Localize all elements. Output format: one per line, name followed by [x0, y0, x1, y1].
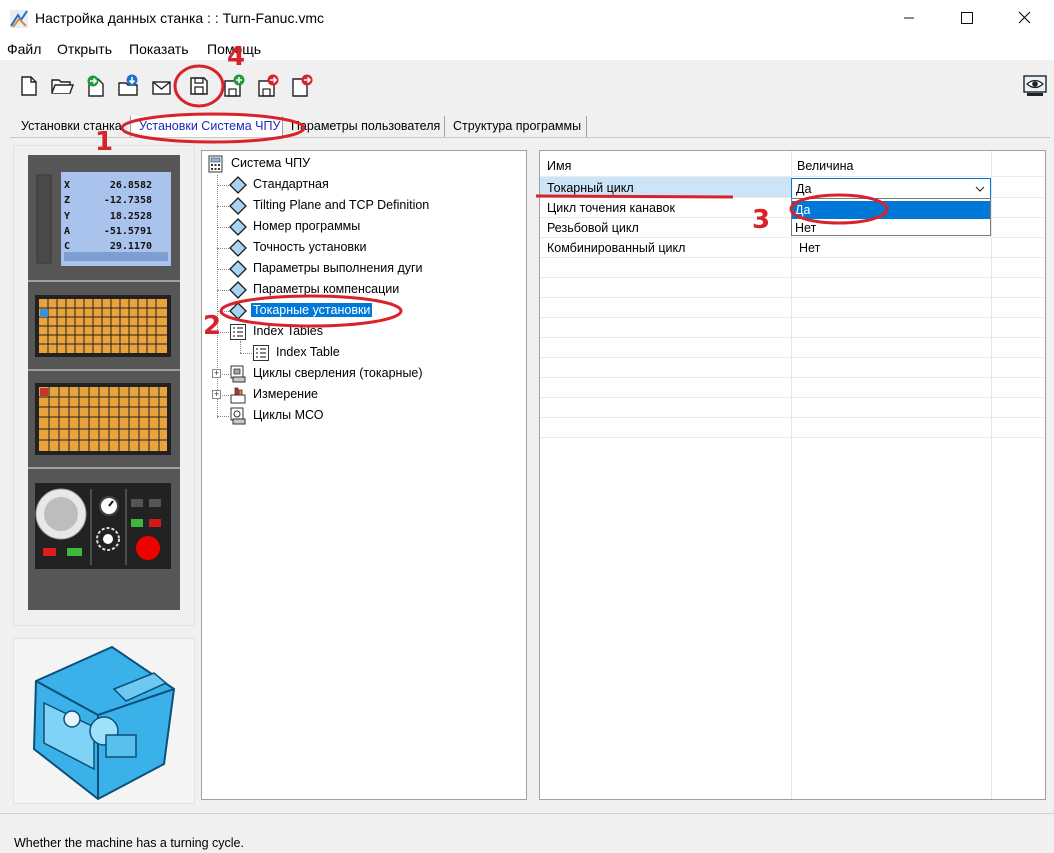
- export-icon[interactable]: [290, 74, 314, 98]
- maximize-icon: [961, 12, 973, 24]
- tree-item-label: Номер программы: [253, 219, 361, 233]
- tree-item-tilting-plane[interactable]: Tilting Plane and TCP Definition: [229, 196, 509, 215]
- tree-item-standard[interactable]: Стандартная: [229, 175, 509, 194]
- row-name-combined-cycle[interactable]: Комбинированный цикл: [547, 241, 685, 255]
- row-name-groove-cycle[interactable]: Цикл точения канавок: [547, 201, 675, 215]
- annotation-number-4: 4: [227, 42, 246, 72]
- annotation-number-3: 3: [752, 205, 771, 235]
- lathe-machine-image: [13, 638, 195, 804]
- chevron-down-icon: [975, 186, 985, 192]
- tree-item-label: Стандартная: [253, 177, 329, 191]
- tree-item-label: Точность установки: [253, 240, 367, 254]
- tree-item-program-number[interactable]: Номер программы: [229, 217, 509, 236]
- toolbar: [0, 60, 1054, 112]
- new-file-icon[interactable]: [17, 74, 41, 98]
- property-grid: Имя Величина Токарный цикл Да Цикл точен…: [539, 150, 1046, 800]
- tab-machine-settings[interactable]: Установки станка: [13, 116, 131, 138]
- dropdown-option-no[interactable]: Нет: [792, 219, 990, 237]
- readout-row: Z -12.7358: [64, 195, 152, 207]
- readout-row: C 29.1170: [64, 241, 152, 253]
- tree-item-label: Параметры выполнения дуги: [253, 261, 423, 275]
- tree-root-label: Система ЧПУ: [231, 156, 311, 170]
- diamond-icon: [229, 218, 247, 236]
- turning-cycle-dropdown-list: Да Нет: [791, 198, 991, 236]
- diamond-icon: [229, 197, 247, 215]
- menu-open[interactable]: Открыть: [57, 41, 112, 57]
- import-icon[interactable]: [84, 74, 108, 98]
- list-icon: [230, 324, 246, 340]
- tree-item-measurement[interactable]: Измерение: [229, 385, 509, 404]
- tree-root[interactable]: Система ЧПУ: [207, 154, 507, 173]
- menu-bar: Файл Открыть Показать Помощь: [0, 38, 1054, 60]
- window-title: Настройка данных станка : : Turn-Fanuc.v…: [35, 10, 325, 26]
- dropdown-option-yes[interactable]: Да: [792, 201, 990, 219]
- preview-icon[interactable]: [1023, 74, 1047, 98]
- tree-item-compensation[interactable]: Параметры компенсации: [229, 280, 509, 299]
- tree-item-label: Index Tables: [253, 324, 323, 338]
- readout-row: A -51.5791: [64, 225, 152, 237]
- cnc-screen-readout: X 26.8582 Z -12.7358 Y 18.2528 A -51.5791 C2…: [64, 178, 164, 254]
- mail-icon[interactable]: [151, 74, 175, 98]
- tree-panel: Система ЧПУ Стандартная Tilting Plane an…: [201, 150, 527, 800]
- status-separator: [0, 813, 1054, 814]
- diamond-icon: [229, 281, 247, 299]
- turning-cycle-select[interactable]: Да: [791, 178, 991, 199]
- measurement-icon: [230, 387, 246, 404]
- diamond-icon: [229, 176, 247, 194]
- tab-user-parameters[interactable]: Параметры пользователя: [283, 116, 445, 138]
- tree-item-label: Измерение: [253, 387, 319, 401]
- mco-cycle-icon: [230, 407, 246, 425]
- tab-cnc-settings[interactable]: Установки Система ЧПУ: [131, 116, 283, 138]
- tree-item-mco-cycles[interactable]: Циклы МСО: [229, 406, 509, 425]
- tree-item-turning-settings[interactable]: Токарные установки: [229, 301, 509, 320]
- cnc-system-icon: [208, 155, 223, 173]
- tree-item-index-tables[interactable]: Index Tables: [229, 322, 509, 341]
- menu-file[interactable]: Файл: [7, 41, 41, 57]
- title-bar: Настройка данных станка : : Turn-Fanuc.v…: [0, 0, 1054, 38]
- minimize-button[interactable]: [880, 0, 938, 36]
- tree-item-label: Index Table: [276, 345, 340, 359]
- column-header-value[interactable]: Величина: [797, 159, 854, 173]
- status-text: Whether the machine has a turning cycle.: [14, 836, 244, 850]
- tree-item-label: Токарные установки: [251, 303, 373, 317]
- app-icon: [10, 10, 28, 28]
- download-icon[interactable]: [117, 74, 141, 98]
- tab-underline: [10, 137, 1050, 138]
- annotation-number-2: 2: [203, 311, 222, 341]
- tree-item-accuracy[interactable]: Точность установки: [229, 238, 509, 257]
- annotation-number-1: 1: [95, 127, 114, 157]
- drill-cycle-icon: [230, 365, 246, 383]
- tree-item-label: Параметры компенсации: [253, 282, 400, 296]
- row-name-turning-cycle[interactable]: Токарный цикл: [547, 181, 634, 195]
- diamond-icon: [229, 239, 247, 257]
- diamond-icon: [229, 260, 247, 278]
- save-add-icon[interactable]: [222, 74, 246, 98]
- tree-item-label: Циклы сверления (токарные): [253, 366, 423, 380]
- close-icon: [1018, 11, 1031, 24]
- readout-row: X 26.8582: [64, 180, 152, 191]
- save-icon[interactable]: [187, 74, 211, 98]
- lathe-graphic: [32, 645, 176, 801]
- tree-item-label: Циклы МСО: [253, 408, 324, 422]
- tree-item-label: Tilting Plane and TCP Definition: [253, 198, 430, 212]
- row-value-combined-cycle[interactable]: Нет: [799, 241, 820, 255]
- readout-row: Y 18.2528: [64, 210, 152, 222]
- column-header-name[interactable]: Имя: [547, 159, 571, 173]
- minimize-icon: [904, 17, 914, 19]
- expand-toggle-drilling[interactable]: +: [212, 369, 221, 378]
- save-export-icon[interactable]: [256, 74, 280, 98]
- list-icon: [253, 345, 269, 361]
- menu-view[interactable]: Показать: [129, 41, 189, 57]
- tree-item-drilling-cycles[interactable]: Циклы сверления (токарные): [229, 364, 509, 383]
- open-folder-icon[interactable]: [50, 74, 74, 98]
- diamond-icon: [229, 302, 247, 320]
- tree-item-index-table[interactable]: Index Table: [252, 343, 512, 362]
- close-button[interactable]: [996, 0, 1054, 36]
- tree-item-arc-parameters[interactable]: Параметры выполнения дуги: [229, 259, 509, 278]
- tab-program-structure[interactable]: Структура программы: [445, 116, 587, 138]
- expand-toggle-measurement[interactable]: +: [212, 390, 221, 399]
- row-name-thread-cycle[interactable]: Резьбовой цикл: [547, 221, 639, 235]
- maximize-button[interactable]: [938, 0, 996, 36]
- select-current-value: Да: [796, 182, 812, 196]
